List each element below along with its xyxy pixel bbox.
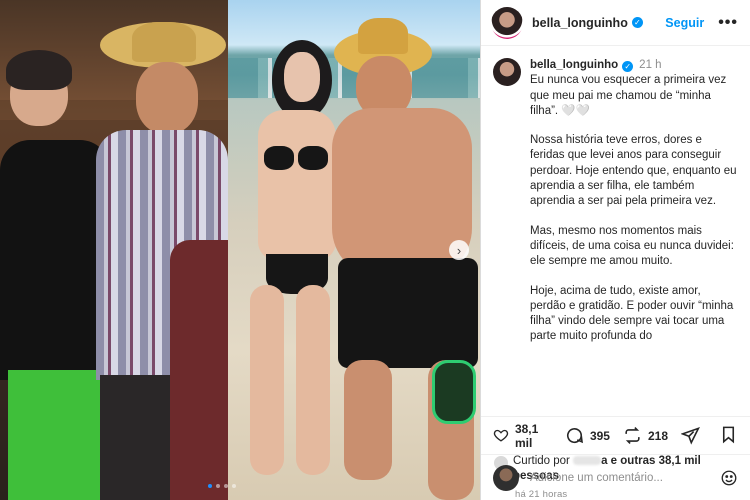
comment-button[interactable]: 395 — [565, 426, 610, 445]
carousel-dot — [216, 484, 220, 488]
share-button[interactable] — [681, 426, 706, 445]
bookmark-icon — [722, 426, 735, 443]
follow-button[interactable]: Seguir — [665, 16, 704, 30]
verified-badge-icon: ✓ — [622, 61, 634, 72]
post-media[interactable]: › — [0, 0, 480, 500]
caption: bella_longuinho ✓ 21 h Eu nunca vou esquec… — [493, 58, 738, 345]
instagram-post: › bella_longuinho ✓ Seguir ••• bella_lon… — [0, 0, 750, 500]
photo-indoor — [0, 0, 228, 500]
caption-username[interactable]: bella_longuinho — [530, 59, 618, 71]
save-button[interactable] — [719, 425, 738, 447]
carousel-dot — [208, 484, 212, 488]
likes-count: 38,1 mil — [514, 421, 539, 450]
comments-count: 395 — [589, 428, 610, 443]
action-bar: 38,1 mil 395 218 — [481, 416, 750, 454]
current-user-avatar — [493, 464, 519, 491]
carousel-dot — [224, 484, 228, 488]
caption-time[interactable]: 21 h — [639, 59, 661, 71]
avatar[interactable] — [491, 6, 523, 39]
photo-beach — [228, 0, 480, 500]
comment-box — [481, 454, 750, 500]
repost-icon — [625, 427, 640, 444]
share-icon — [681, 426, 700, 445]
caption-paragraph: Hoje, acima de tudo, existe amor, perdão… — [530, 284, 734, 343]
carousel-dots — [208, 484, 236, 488]
repost-button[interactable]: 218 — [623, 426, 668, 445]
chevron-right-icon: › — [456, 242, 462, 258]
comment-icon — [566, 428, 583, 444]
comments-area[interactable]: bella_longuinho ✓ 21 h Eu nunca vou esquec… — [481, 46, 750, 416]
caption-paragraph: Nossa história teve erros, dores e ferid… — [530, 134, 737, 208]
more-options-icon[interactable]: ••• — [718, 14, 738, 32]
caption-paragraph: Mas, mesmo nos momentos mais difíceis, d… — [530, 224, 734, 268]
carousel-dot — [232, 484, 236, 488]
caption-paragraph: Eu nunca vou esquecer a primeira vez que… — [530, 74, 727, 117]
header-username[interactable]: bella_longuinho — [532, 16, 628, 30]
caption-first-paragraph: bella_longuinho ✓ 21 h Eu nunca vou esquec… — [530, 58, 738, 119]
comment-input[interactable] — [530, 471, 720, 484]
carousel-next-button[interactable]: › — [449, 240, 469, 260]
emoji-icon[interactable] — [720, 469, 738, 487]
caption-body: bella_longuinho ✓ 21 h Eu nunca vou esquec… — [530, 58, 738, 345]
caption-avatar[interactable] — [493, 58, 521, 86]
post-header: bella_longuinho ✓ Seguir ••• — [481, 0, 750, 46]
heart-icon — [493, 429, 509, 442]
post-sidebar: bella_longuinho ✓ Seguir ••• bella_longu… — [480, 0, 750, 500]
verified-badge-icon: ✓ — [631, 17, 643, 28]
reposts-count: 218 — [647, 428, 668, 443]
like-button[interactable]: 38,1 mil — [493, 422, 552, 450]
